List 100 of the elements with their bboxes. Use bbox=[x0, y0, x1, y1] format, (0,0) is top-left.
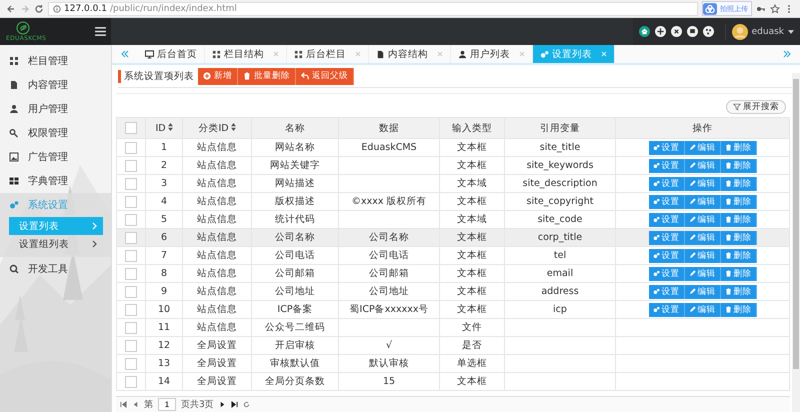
column-header[interactable]: ID bbox=[146, 118, 182, 138]
toolbar-button[interactable]: 批量删除 bbox=[238, 68, 296, 84]
row-checkbox[interactable] bbox=[125, 304, 137, 316]
menu-icon[interactable] bbox=[95, 27, 106, 36]
sidebar-item[interactable]: 权限管理 bbox=[0, 121, 111, 145]
image-icon bbox=[9, 152, 19, 162]
submenu-item[interactable]: 设置组列表 bbox=[9, 235, 103, 253]
sidebar-item[interactable]: 字典管理 bbox=[0, 169, 111, 193]
home-icon[interactable] bbox=[638, 26, 650, 37]
row-action-button[interactable]: 设置 bbox=[648, 194, 684, 208]
grid-icon bbox=[294, 50, 303, 58]
row-checkbox[interactable] bbox=[125, 376, 137, 388]
row-action-button[interactable]: 删除 bbox=[720, 176, 756, 190]
sidebar-item[interactable]: 栏目管理 bbox=[0, 49, 111, 73]
row-action-button[interactable]: 编辑 bbox=[684, 176, 720, 190]
tab[interactable]: 后台栏目 bbox=[287, 45, 369, 63]
row-action-button[interactable]: 删除 bbox=[720, 248, 756, 262]
star-icon[interactable] bbox=[770, 4, 780, 14]
forward-icon[interactable] bbox=[20, 4, 30, 14]
row-checkbox[interactable] bbox=[125, 340, 137, 352]
row-action-button[interactable]: 设置 bbox=[648, 284, 684, 298]
monitor-icon bbox=[145, 50, 154, 58]
table-cell: 文本域 bbox=[457, 214, 487, 225]
sort-icon bbox=[230, 122, 236, 130]
row-action-button[interactable]: 编辑 bbox=[684, 266, 720, 280]
row-action-button[interactable]: 编辑 bbox=[684, 302, 720, 316]
row-action-button[interactable]: 设置 bbox=[648, 302, 684, 316]
back-icon[interactable] bbox=[6, 4, 16, 14]
last-page-icon[interactable] bbox=[230, 401, 238, 408]
table-cell: 公众号二维码 bbox=[265, 322, 325, 333]
row-checkbox[interactable] bbox=[125, 322, 137, 334]
row-action-button[interactable]: 设置 bbox=[648, 266, 684, 280]
row-action-button[interactable]: 删除 bbox=[720, 230, 756, 244]
submenu-item[interactable]: 设置列表 bbox=[9, 217, 103, 235]
scrollbar[interactable] bbox=[792, 73, 800, 412]
row-action-button[interactable]: 设置 bbox=[648, 230, 684, 244]
toolbar-button[interactable]: 返回父级 bbox=[296, 68, 354, 84]
tab[interactable]: 栏目结构 bbox=[205, 45, 287, 63]
tab[interactable]: 内容结构 bbox=[369, 45, 451, 63]
row-action-button[interactable]: 设置 bbox=[648, 140, 684, 154]
sidebar-item[interactable]: 用户管理 bbox=[0, 97, 111, 121]
first-page-icon[interactable] bbox=[120, 401, 127, 408]
refresh-icon[interactable] bbox=[242, 401, 250, 408]
row-action-button[interactable]: 删除 bbox=[720, 284, 756, 298]
row-checkbox[interactable] bbox=[125, 214, 137, 226]
table-cell: 文本域 bbox=[457, 178, 487, 189]
row-checkbox[interactable] bbox=[125, 196, 137, 208]
table-cell: 文本框 bbox=[457, 286, 487, 297]
row-checkbox[interactable] bbox=[125, 358, 137, 370]
row-checkbox[interactable] bbox=[125, 142, 137, 154]
row-action-button[interactable]: 编辑 bbox=[684, 284, 720, 298]
row-action-button[interactable]: 删除 bbox=[720, 302, 756, 316]
table-cell: 全局设置 bbox=[197, 376, 237, 387]
row-action-button[interactable]: 删除 bbox=[720, 266, 756, 280]
row-action-button[interactable]: 编辑 bbox=[684, 158, 720, 172]
row-checkbox[interactable] bbox=[125, 160, 137, 172]
toolbar-button[interactable]: 新增 bbox=[198, 68, 238, 84]
row-action-button[interactable]: 设置 bbox=[648, 212, 684, 226]
tab[interactable]: 后台首页 bbox=[138, 45, 205, 63]
column-header[interactable]: 分类ID bbox=[182, 118, 252, 138]
window-icon[interactable] bbox=[686, 26, 698, 37]
reload-icon[interactable] bbox=[34, 4, 44, 14]
row-action-button[interactable]: 设置 bbox=[648, 248, 684, 262]
row-checkbox[interactable] bbox=[125, 250, 137, 262]
next-page-icon[interactable] bbox=[218, 401, 226, 408]
row-checkbox[interactable] bbox=[125, 178, 137, 190]
table-cell: 公司地址 bbox=[275, 286, 315, 297]
page-input[interactable]: 1 bbox=[158, 398, 176, 411]
pencil-icon bbox=[688, 270, 696, 277]
previous-page-icon[interactable] bbox=[132, 401, 139, 408]
tab[interactable]: 设置列表 bbox=[533, 45, 615, 63]
row-action-button[interactable]: 编辑 bbox=[684, 140, 720, 154]
row-action-button[interactable]: 删除 bbox=[720, 212, 756, 226]
search-toggle-button[interactable]: 展开搜索 bbox=[726, 100, 786, 114]
table-cell: 3 bbox=[160, 178, 168, 189]
row-checkbox[interactable] bbox=[125, 232, 137, 244]
row-action-button[interactable]: 删除 bbox=[720, 194, 756, 208]
row-action-button[interactable]: 删除 bbox=[720, 158, 756, 172]
sidebar-item[interactable]: 系统设置 bbox=[0, 193, 111, 217]
move-icon[interactable] bbox=[654, 26, 666, 37]
table-cell: 全局设置 bbox=[197, 358, 237, 369]
row-checkbox[interactable] bbox=[125, 268, 137, 280]
row-checkbox[interactable] bbox=[125, 286, 137, 298]
close-icon[interactable] bbox=[670, 26, 682, 37]
nodes-icon[interactable] bbox=[702, 26, 714, 37]
table-cell: 站点信息 bbox=[197, 286, 237, 297]
row-action-button[interactable]: 编辑 bbox=[684, 230, 720, 244]
sidebar-item[interactable]: 开发工具 bbox=[0, 257, 111, 281]
sidebar-item[interactable]: 广告管理 bbox=[0, 145, 111, 169]
row-action-button[interactable]: 设置 bbox=[648, 176, 684, 190]
sidebar-item[interactable]: 内容管理 bbox=[0, 73, 111, 97]
address-bar[interactable]: 127.0.0.1 /public/run/index/index.html bbox=[48, 2, 698, 16]
blocks-icon bbox=[9, 176, 19, 186]
row-action-button[interactable]: 设置 bbox=[648, 158, 684, 172]
row-action-button[interactable]: 编辑 bbox=[684, 194, 720, 208]
row-action-button[interactable]: 删除 bbox=[720, 140, 756, 154]
select-all-checkbox[interactable] bbox=[125, 122, 137, 134]
row-action-button[interactable]: 编辑 bbox=[684, 212, 720, 226]
table-cell: 9 bbox=[160, 286, 168, 297]
row-action-button[interactable]: 编辑 bbox=[684, 248, 720, 262]
